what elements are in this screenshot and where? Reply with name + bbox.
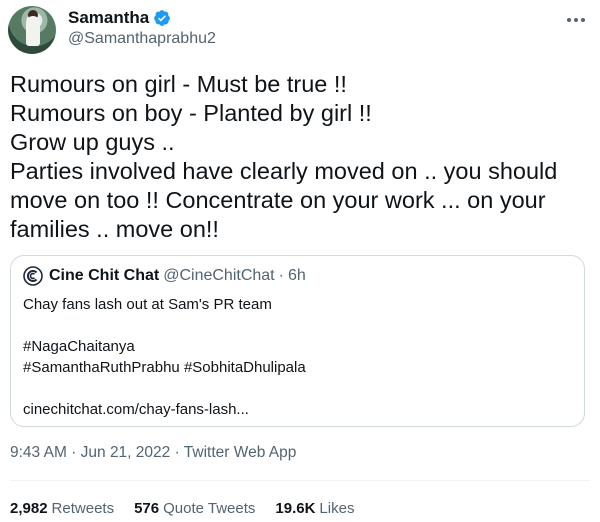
article-link[interactable]: cinechitchat.com/chay-fans-lash...: [23, 399, 306, 420]
likes-label: Likes: [319, 500, 355, 517]
tweet-text-line: Parties involved have clearly moved on .…: [10, 158, 558, 184]
likes-stat[interactable]: 19.6K Likes: [275, 500, 354, 517]
author-name[interactable]: Samantha: [68, 8, 149, 28]
likes-count: 19.6K: [275, 500, 316, 517]
stats-divider: [10, 480, 590, 481]
quoted-tweet-text: Chay fans lash out at Sam's PR team #Nag…: [23, 294, 306, 420]
tweet-timestamp-source[interactable]: 9:43 AM · Jun 21, 2022 · Twitter Web App: [10, 444, 296, 462]
hashtag-links[interactable]: #SamanthaRuthPrabhu #SobhitaDhulipala: [23, 357, 306, 378]
tweet-text: Rumours on girl - Must be true !! Rumour…: [10, 70, 590, 244]
quoted-author-name[interactable]: Cine Chit Chat: [49, 267, 159, 285]
retweets-label: Retweets: [51, 500, 115, 517]
quoted-author-handle[interactable]: @CineChitChat: [163, 267, 274, 285]
author-handle[interactable]: @Samanthaprabhu2: [68, 30, 216, 48]
verified-badge-icon: [154, 10, 171, 26]
quoted-tweet[interactable]: Cine Chit Chat @CineChitChat · 6h Chay f…: [10, 255, 585, 427]
quoted-blank-line: [23, 378, 306, 399]
tweet-text-line: Rumours on boy - Planted by girl !!: [10, 100, 372, 126]
quoted-tweet-header: Cine Chit Chat @CineChitChat · 6h: [23, 266, 306, 286]
author-name-row: Samantha: [68, 8, 171, 28]
quote-tweets-label: Quote Tweets: [163, 500, 256, 517]
retweets-stat[interactable]: 2,982 Retweets: [10, 500, 114, 517]
tweet-text-line: move on too !! Concentrate on your work …: [10, 187, 546, 213]
hashtag-link[interactable]: #NagaChaitanya: [23, 336, 306, 357]
tweet-text-line: Grow up guys ..: [10, 129, 175, 155]
quoted-separator: ·: [278, 267, 284, 284]
tweet-text-line: families .. move on!!: [10, 216, 219, 242]
quote-tweets-count: 576: [134, 500, 160, 517]
quoted-blank-line: [23, 315, 306, 336]
quote-tweets-stat[interactable]: 576 Quote Tweets: [134, 500, 255, 517]
engagement-stats: 2,982 Retweets 576 Quote Tweets 19.6K Likes: [10, 500, 374, 517]
quoted-text-line: Chay fans lash out at Sam's PR team: [23, 296, 272, 313]
cine-chit-chat-logo-icon: [23, 266, 43, 286]
more-options-icon[interactable]: [562, 10, 590, 30]
quoted-timestamp[interactable]: 6h: [288, 267, 306, 285]
retweets-count: 2,982: [10, 500, 48, 517]
author-avatar[interactable]: [8, 6, 56, 54]
tweet: Samantha @Samanthaprabhu2 Rumours on gir…: [0, 0, 600, 522]
tweet-text-line: Rumours on girl - Must be true !!: [10, 71, 347, 97]
